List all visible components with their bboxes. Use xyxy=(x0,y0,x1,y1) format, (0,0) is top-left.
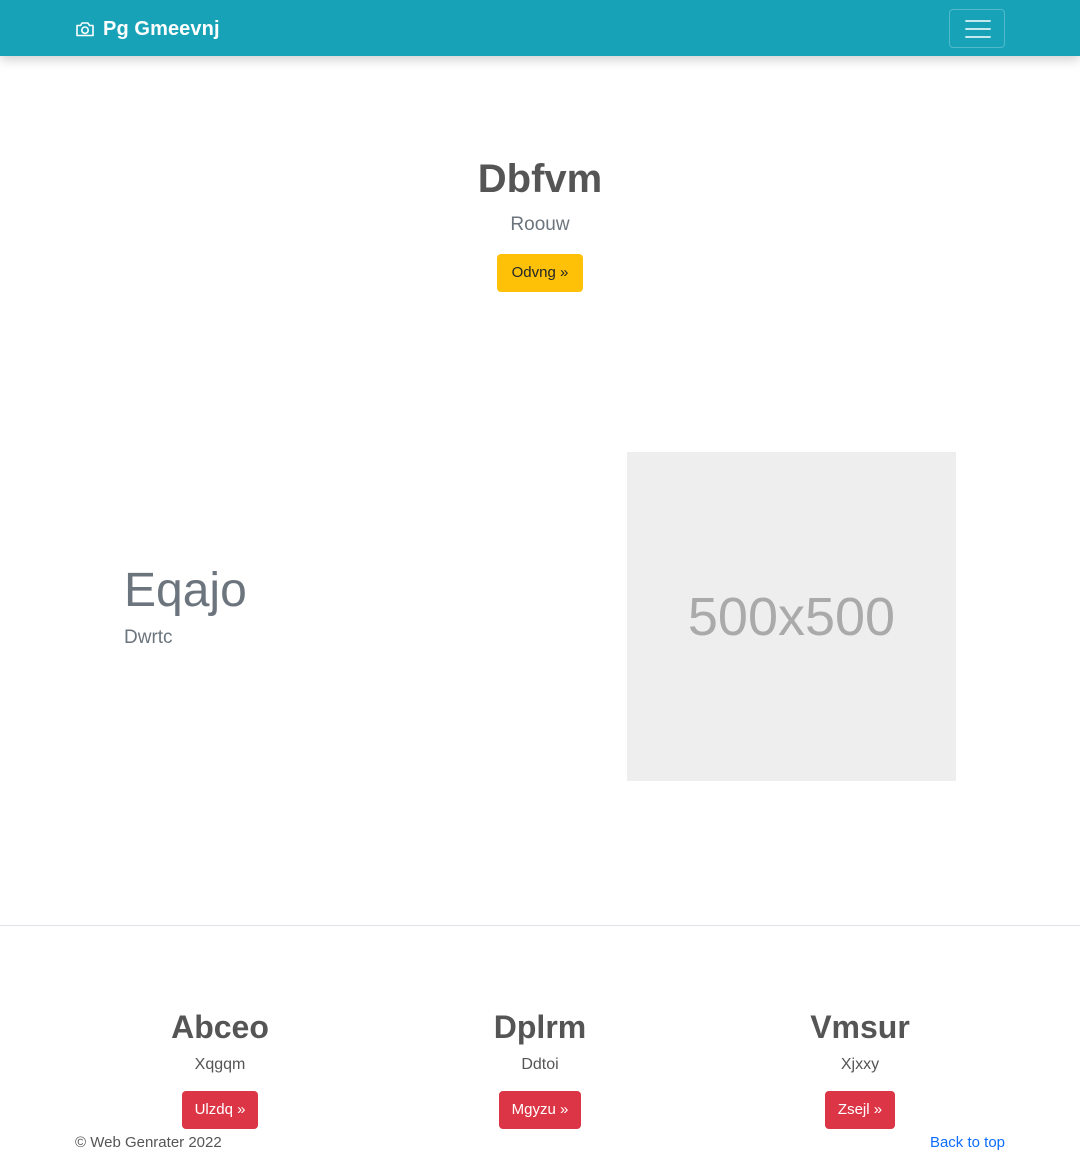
column-2-button[interactable]: Mgyzu » xyxy=(498,1091,582,1129)
column-text: Xjxxy xyxy=(840,1056,880,1073)
column-text: Ddtoi xyxy=(521,1056,559,1073)
column-title: Vmsur xyxy=(810,1009,910,1045)
column-title: Abceo xyxy=(171,1009,269,1045)
back-to-top-link[interactable]: Back to top xyxy=(930,1133,1005,1153)
hero-subtitle: Roouw xyxy=(510,214,570,235)
feature-heading: Eqajo xyxy=(124,564,247,617)
placeholder-label: 500x500 xyxy=(687,586,896,647)
brand-link[interactable]: Pg Gmeevnj xyxy=(75,16,220,42)
camera-icon xyxy=(75,20,95,38)
column-3-button[interactable]: Zsejl » xyxy=(824,1091,896,1129)
hero-title: Dbfvm xyxy=(477,157,603,201)
column-1: Abceo Xqgqm Ulzdq » xyxy=(70,1006,370,1129)
hero-cta-button[interactable]: Odvng » xyxy=(497,254,583,292)
hamburger-menu-icon xyxy=(965,20,991,38)
column-3: Vmsur Xjxxy Zsejl » xyxy=(710,1006,1010,1129)
section-divider xyxy=(0,925,1080,926)
column-2: Dplrm Ddtoi Mgyzu » xyxy=(390,1006,690,1129)
footer-copyright: © Web Genrater 2022 xyxy=(75,1134,222,1151)
navbar-toggler-button[interactable] xyxy=(949,9,1005,48)
feature-subheading: Dwrtc xyxy=(124,627,173,648)
column-title: Dplrm xyxy=(493,1009,587,1045)
navbar: Pg Gmeevnj xyxy=(0,0,1080,56)
column-1-button[interactable]: Ulzdq » xyxy=(181,1091,259,1129)
feature-image-placeholder: 500x500 xyxy=(627,452,956,781)
column-text: Xqgqm xyxy=(194,1056,246,1073)
brand-name: Pg Gmeevnj xyxy=(103,17,220,40)
